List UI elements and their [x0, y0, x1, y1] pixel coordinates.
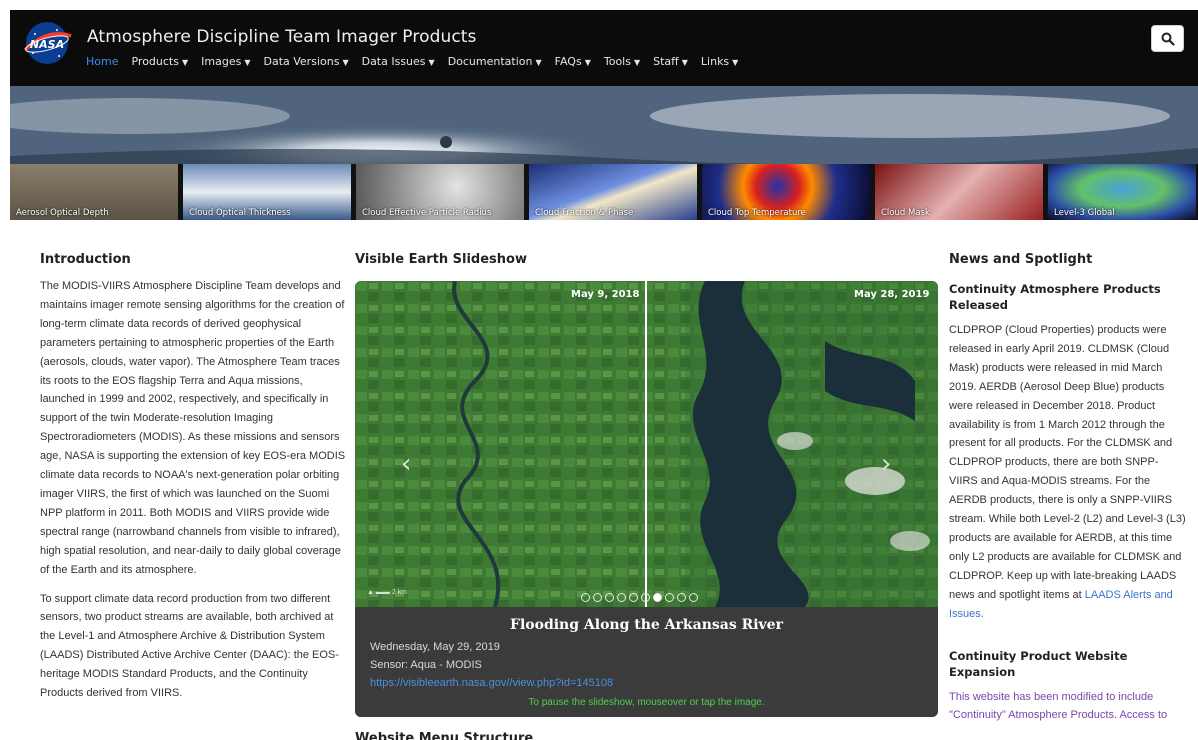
slide-pause-hint: To pause the slideshow, mouseover or tap…: [528, 697, 765, 708]
news-section: News and Spotlight Continuity Atmosphere…: [949, 252, 1187, 725]
slide-next-button[interactable]: ›: [881, 449, 891, 479]
nav-documentation[interactable]: Documentation ▼: [448, 55, 542, 68]
introduction-heading: Introduction: [40, 252, 131, 267]
caret-down-icon: ▼: [732, 58, 739, 67]
slide-dot[interactable]: [677, 593, 686, 602]
caret-down-icon: ▼: [633, 58, 641, 67]
slide-dot[interactable]: [689, 593, 698, 602]
slide-dot[interactable]: [605, 593, 614, 602]
hurricane-banner-image: [10, 86, 1198, 164]
thumb-cloud-mask[interactable]: Cloud Mask: [875, 164, 1043, 220]
map-scale: ▲ ▬▬ 2 km: [367, 589, 407, 596]
nav-links[interactable]: Links ▼: [701, 55, 738, 68]
slide-image[interactable]: [355, 281, 938, 607]
slide-source-link[interactable]: https://visibleearth.nasa.gov//view.php?…: [370, 677, 613, 689]
news-heading: News and Spotlight: [949, 252, 1093, 267]
slideshow-section: Visible Earth Slideshow May 9, 2018 May …: [355, 252, 938, 740]
slide-date: Wednesday, May 29, 2019: [370, 641, 500, 653]
slide-dot[interactable]: [653, 593, 662, 602]
thumb-level-3-global[interactable]: Level-3 Global: [1048, 164, 1196, 220]
search-button[interactable]: [1151, 25, 1184, 52]
introduction-paragraph-1: The MODIS-VIIRS Atmosphere Discipline Te…: [40, 280, 346, 576]
slide-dot[interactable]: [665, 593, 674, 602]
main-nav: Home Products ▼ Images ▼ Data Versions ▼ Da…: [86, 55, 751, 68]
nav-faqs[interactable]: FAQs ▼: [555, 55, 591, 68]
nav-home[interactable]: Home: [86, 55, 118, 68]
nav-tools[interactable]: Tools ▼: [604, 55, 640, 68]
slide-pagination: [581, 593, 698, 602]
nav-staff[interactable]: Staff ▼: [653, 55, 688, 68]
caret-down-icon: ▼: [244, 58, 251, 67]
slide-dot[interactable]: [629, 593, 638, 602]
nasa-logo[interactable]: NASA: [21, 20, 75, 66]
thumb-cloud-top-temperature[interactable]: Cloud Top Temperature: [702, 164, 870, 220]
caret-down-icon: ▼: [181, 58, 189, 67]
nav-data-versions[interactable]: Data Versions ▼: [263, 55, 348, 68]
slide-title: Flooding Along the Arkansas River: [510, 617, 783, 633]
slide-dot[interactable]: [593, 593, 602, 602]
slide-prev-button[interactable]: ‹: [401, 449, 411, 479]
slide-dot[interactable]: [617, 593, 626, 602]
slide-dot[interactable]: [641, 593, 650, 602]
site-title[interactable]: Atmosphere Discipline Team Imager Produc…: [87, 27, 477, 47]
svg-text:NASA: NASA: [30, 38, 64, 51]
nav-images[interactable]: Images ▼: [201, 55, 250, 68]
slide-sensor: Sensor: Aqua - MODIS: [370, 659, 482, 671]
slideshow-frame[interactable]: May 9, 2018 May 28, 2019 ‹ › ▲ ▬▬ 2 km F…: [355, 281, 938, 717]
introduction-paragraph-2: To support climate data record productio…: [40, 592, 339, 700]
caret-down-icon: ▼: [584, 58, 591, 67]
website-menu-structure-heading: Website Menu Structure: [355, 731, 534, 740]
slide-dot[interactable]: [581, 593, 590, 602]
caret-down-icon: ▼: [342, 58, 349, 67]
slide-caption: Flooding Along the Arkansas River Wednes…: [355, 607, 938, 717]
news-item-text: CLDPROP (Cloud Properties) products were…: [949, 324, 1186, 620]
thumb-cloud-fraction-phase[interactable]: Cloud Fraction & Phase: [529, 164, 697, 220]
nav-products[interactable]: Products ▼: [131, 55, 188, 68]
search-icon: [1161, 32, 1175, 46]
site-header: NASA Atmosphere Discipline Team Imager P…: [10, 10, 1198, 86]
thumb-cloud-effective-particle-radius[interactable]: Cloud Effective Particle Radius: [356, 164, 524, 220]
thumb-cloud-optical-thickness[interactable]: Cloud Optical Thickness: [183, 164, 351, 220]
slide-date-right: May 28, 2019: [854, 289, 930, 300]
slide-date-left: May 9, 2018: [571, 289, 640, 300]
thumb-aerosol-optical-depth[interactable]: Aerosol Optical Depth: [10, 164, 178, 220]
news-item-title: Continuity Atmosphere Products Released: [949, 282, 1161, 312]
slideshow-heading: Visible Earth Slideshow: [355, 252, 527, 267]
news-item-title: Continuity Product Website Expansion: [949, 648, 1128, 679]
product-thumbnail-strip: Aerosol Optical Depth Cloud Optical Thic…: [10, 164, 1198, 220]
caret-down-icon: ▼: [428, 58, 435, 67]
introduction-section: Introduction The MODIS-VIIRS Atmosphere …: [40, 252, 346, 703]
caret-down-icon: ▼: [535, 58, 542, 67]
news-item-text: This website has been modified to includ…: [949, 690, 1168, 722]
caret-down-icon: ▼: [681, 58, 688, 67]
nav-data-issues[interactable]: Data Issues ▼: [362, 55, 435, 68]
